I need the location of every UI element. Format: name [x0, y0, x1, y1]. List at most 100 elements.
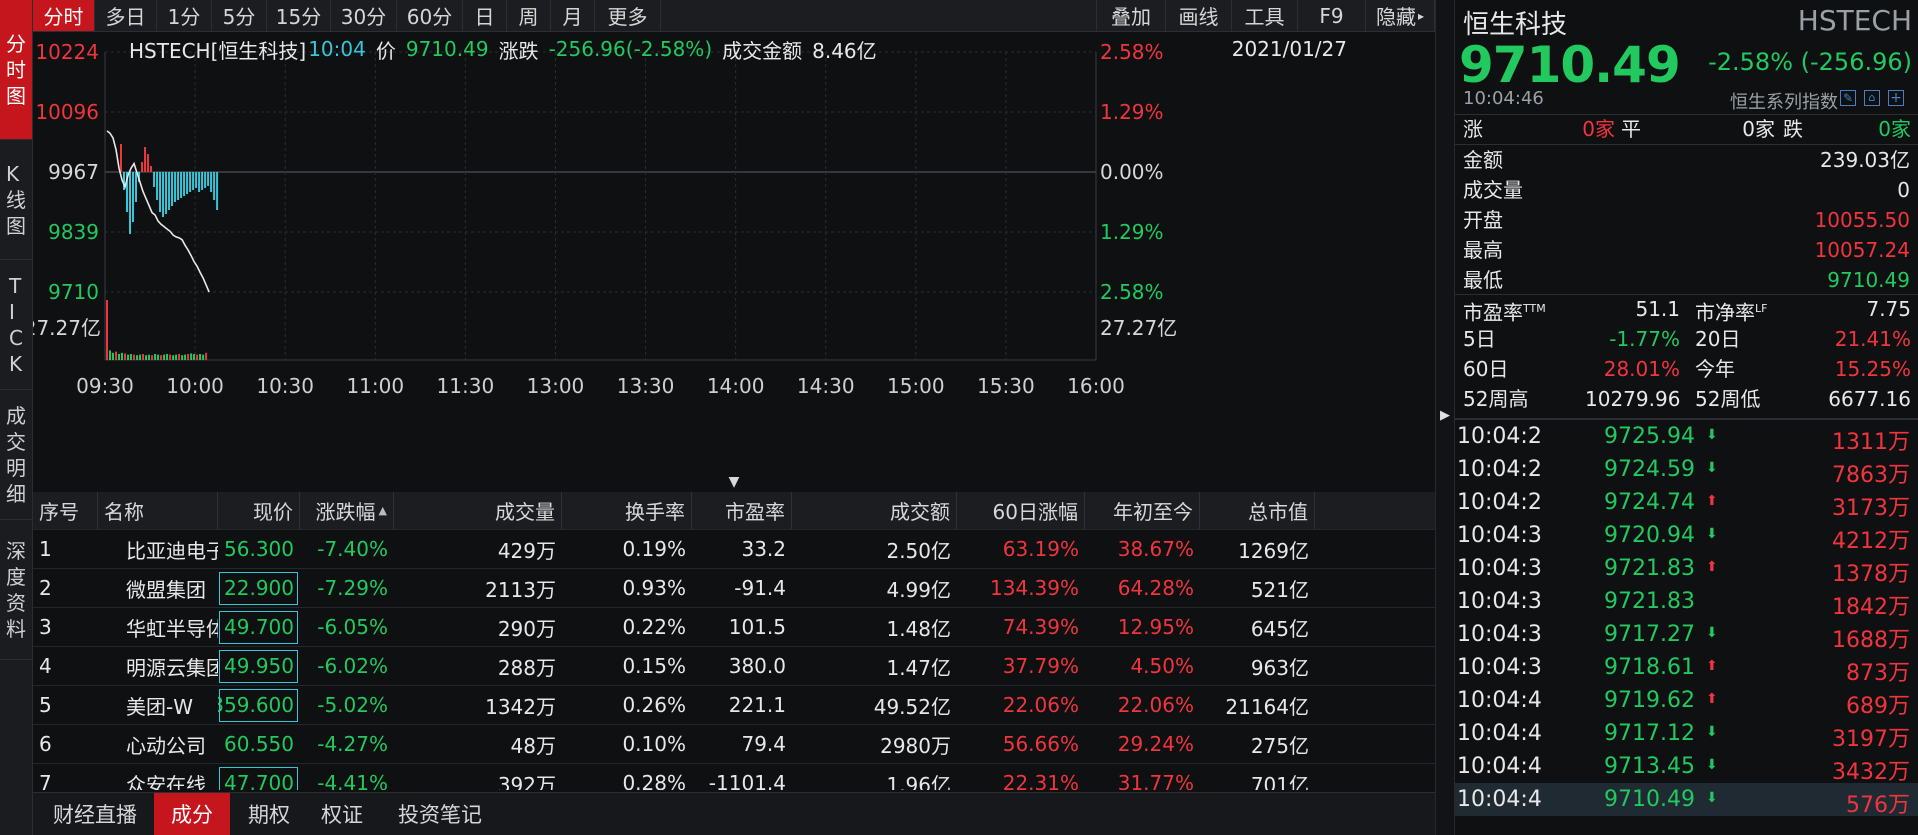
draw-line-button[interactable]: 画线: [1166, 0, 1232, 31]
period-intraday-button[interactable]: 分时: [33, 0, 95, 31]
col-header-volume[interactable]: 成交量: [394, 492, 562, 529]
tools-button[interactable]: 工具: [1232, 0, 1298, 31]
tick-row[interactable]: 10:04:3 9721.83 1842万: [1455, 585, 1918, 620]
cell-turnover-rate: 0.15%: [622, 654, 686, 678]
col-header-amount[interactable]: 成交额: [792, 492, 957, 529]
col-header-price[interactable]: 现价: [218, 492, 300, 529]
tick-price: 9719.62: [1604, 688, 1695, 713]
period-60min-button[interactable]: 60分: [397, 0, 463, 31]
vtab-trade-detail[interactable]: 成交明细: [0, 390, 32, 520]
period-1min-button[interactable]: 1分: [157, 0, 212, 31]
f9-button[interactable]: F9: [1298, 0, 1366, 31]
x-tick-label: 15:30: [977, 374, 1035, 398]
table-row[interactable]: 1 比亚迪电子 56.300 -7.40% 429万 0.19% 33.2 2.50亿 63.1…: [33, 530, 1435, 569]
add-watchlist-icon[interactable]: +: [1888, 90, 1904, 106]
cell-rank: 7: [39, 771, 52, 790]
tick-row[interactable]: 10:04:3 9720.94 ⬇ 4212万: [1455, 519, 1918, 554]
vtab-intraday[interactable]: 分时图: [0, 0, 32, 140]
arrow-up-icon: ⬆: [1706, 691, 1718, 707]
col-header-rank[interactable]: 序号: [33, 492, 98, 529]
vtab-kline[interactable]: K线图: [0, 140, 32, 260]
tick-volume: 689万: [1846, 694, 1910, 719]
week52-row: 52周高 10279.96 52周低 6677.16: [1455, 384, 1918, 414]
col-header-name[interactable]: 名称: [98, 492, 218, 529]
chart-change-label: 涨跌: [498, 38, 539, 63]
tick-row[interactable]: 10:04:4 9713.45 ⬇ 3432万: [1455, 750, 1918, 785]
tab-warrants[interactable]: 权证: [307, 793, 377, 835]
col-header-label: 60日涨幅: [992, 500, 1078, 524]
tick-time: 10:04:3: [1457, 556, 1542, 581]
table-row[interactable]: 4明源云集团控股49.950-6.02%288万0.15%380.01.47亿3…: [33, 647, 1435, 686]
col-header-market-cap[interactable]: 总市值: [1200, 492, 1315, 529]
period-week-button[interactable]: 周: [507, 0, 551, 31]
pe-label: 市盈率TTM: [1463, 300, 1546, 325]
tick-row[interactable]: 10:04:4 9719.62 ⬆ 689万: [1455, 684, 1918, 719]
col-header-change-60d[interactable]: 60日涨幅: [957, 492, 1085, 529]
arrow-up-icon: ⬆: [1706, 493, 1718, 509]
stat-label: 开盘: [1463, 208, 1503, 232]
tick-row[interactable]: 10:04:3 9717.27 ⬇ 1688万: [1455, 618, 1918, 653]
period-30min-button[interactable]: 30分: [331, 0, 397, 31]
tick-row[interactable]: 10:04:2 9724.59 ⬇ 7863万: [1455, 453, 1918, 488]
tick-row[interactable]: 10:04:2 9725.94 ⬇ 1311万: [1455, 420, 1918, 455]
panel-splitter[interactable]: ▼: [33, 472, 1435, 492]
edit-icon[interactable]: ✎: [1840, 90, 1856, 106]
stat-value: 10055.50: [1814, 208, 1910, 232]
tab-investment-notes[interactable]: 投资笔记: [385, 793, 495, 835]
down-label: 跌: [1783, 117, 1803, 141]
tick-row[interactable]: 10:04:3 9718.61 ⬆ 873万: [1455, 651, 1918, 686]
cell-change-60d: 56.66%: [1002, 732, 1079, 756]
tick-time: 10:04:4: [1457, 721, 1542, 746]
period-day-button[interactable]: 日: [463, 0, 507, 31]
x-tick-label: 11:30: [437, 374, 495, 398]
tab-finance-live[interactable]: 财经直播: [41, 793, 149, 835]
collapse-arrow-icon: ▼: [728, 474, 740, 490]
x-tick-label: 09:30: [76, 374, 134, 398]
cell-turnover-rate: 0.10%: [622, 732, 686, 756]
stat-value: 10057.24: [1814, 238, 1910, 262]
col-header-pe-ratio[interactable]: 市盈率: [692, 492, 792, 529]
stat-row: 最高 10057.24: [1455, 235, 1918, 265]
period-5min-button[interactable]: 5分: [212, 0, 267, 31]
tab-constituents[interactable]: 成分: [154, 793, 230, 835]
tick-time: 10:04:3: [1457, 622, 1542, 647]
tab-options[interactable]: 期权: [234, 793, 304, 835]
table-row[interactable]: 6 心动公司 60.550 -4.27% 48万 0.10% 79.4 2980万 56.66%…: [33, 725, 1435, 764]
tick-row[interactable]: 10:04:4 9710.49 ⬇ 576万: [1455, 783, 1918, 818]
chart-price: 9710.49: [405, 37, 489, 61]
cell-name: 华虹半导体: [126, 616, 218, 641]
col-header-turnover-rate[interactable]: 换手率: [562, 492, 692, 529]
table-row[interactable]: 7 众安在线 47.700 -4.41% 392万 0.28% -1101.4 1.96亿 22…: [33, 764, 1435, 790]
w52h-label: 52周高: [1463, 387, 1529, 411]
tick-row[interactable]: 10:04:2 9724.74 ⬆ 3173万: [1455, 486, 1918, 521]
chevron-right-icon: ▸: [1417, 8, 1425, 23]
col-header-ytd-change[interactable]: 年初至今: [1085, 492, 1200, 529]
overlay-button[interactable]: 叠加: [1096, 0, 1166, 31]
chart-change: -256.96(-2.58%): [548, 37, 713, 61]
table-row[interactable]: 3 华虹半导体 49.700 -6.05% 290万 0.22% 101.5 1.48亿 74.…: [33, 608, 1435, 647]
cell-amount: 1.48亿: [886, 616, 951, 641]
cell-market-cap: 645亿: [1250, 616, 1309, 641]
period-multiday-button[interactable]: 多日: [95, 0, 157, 31]
table-row[interactable]: 5 美团-W 359.600 -5.02% 1342万 0.26% 221.1 49.52亿 2…: [33, 686, 1435, 725]
period-more-button[interactable]: 更多: [595, 0, 661, 31]
cell-market-cap: 21164亿: [1225, 694, 1309, 719]
alert-icon[interactable]: ⌂: [1864, 90, 1880, 106]
cell-volume: 392万: [497, 772, 556, 791]
period-month-button[interactable]: 月: [551, 0, 595, 31]
period-15min-button[interactable]: 15分: [267, 0, 331, 31]
side-panel-toggle[interactable]: ▶: [1435, 0, 1455, 835]
vtab-tick[interactable]: TICK: [0, 260, 32, 390]
up-count: 0家: [1582, 117, 1615, 141]
table-row[interactable]: 2 微盟集团 22.900 -7.29% 2113万 0.93% -91.4 4.99亿 134…: [33, 569, 1435, 608]
tick-row[interactable]: 10:04:4 9717.12 ⬇ 3197万: [1455, 717, 1918, 752]
cell-volume: 290万: [497, 616, 556, 641]
vtab-label: 分时图: [6, 31, 26, 108]
intraday-chart[interactable]: 09:30 10:00 10:30 11:00 11:30 13:00 13:30 14:00…: [33, 32, 1435, 472]
price-highlight-box: [219, 689, 298, 722]
vtab-depth-info[interactable]: 深度资料: [0, 520, 32, 660]
cell-pe-ratio: 101.5: [728, 615, 786, 639]
hide-button[interactable]: 隐藏 ▸: [1366, 0, 1435, 31]
col-header-pct-change[interactable]: 涨跌幅 ▲: [300, 492, 394, 529]
tick-row[interactable]: 10:04:3 9721.83 ⬆ 1378万: [1455, 552, 1918, 587]
